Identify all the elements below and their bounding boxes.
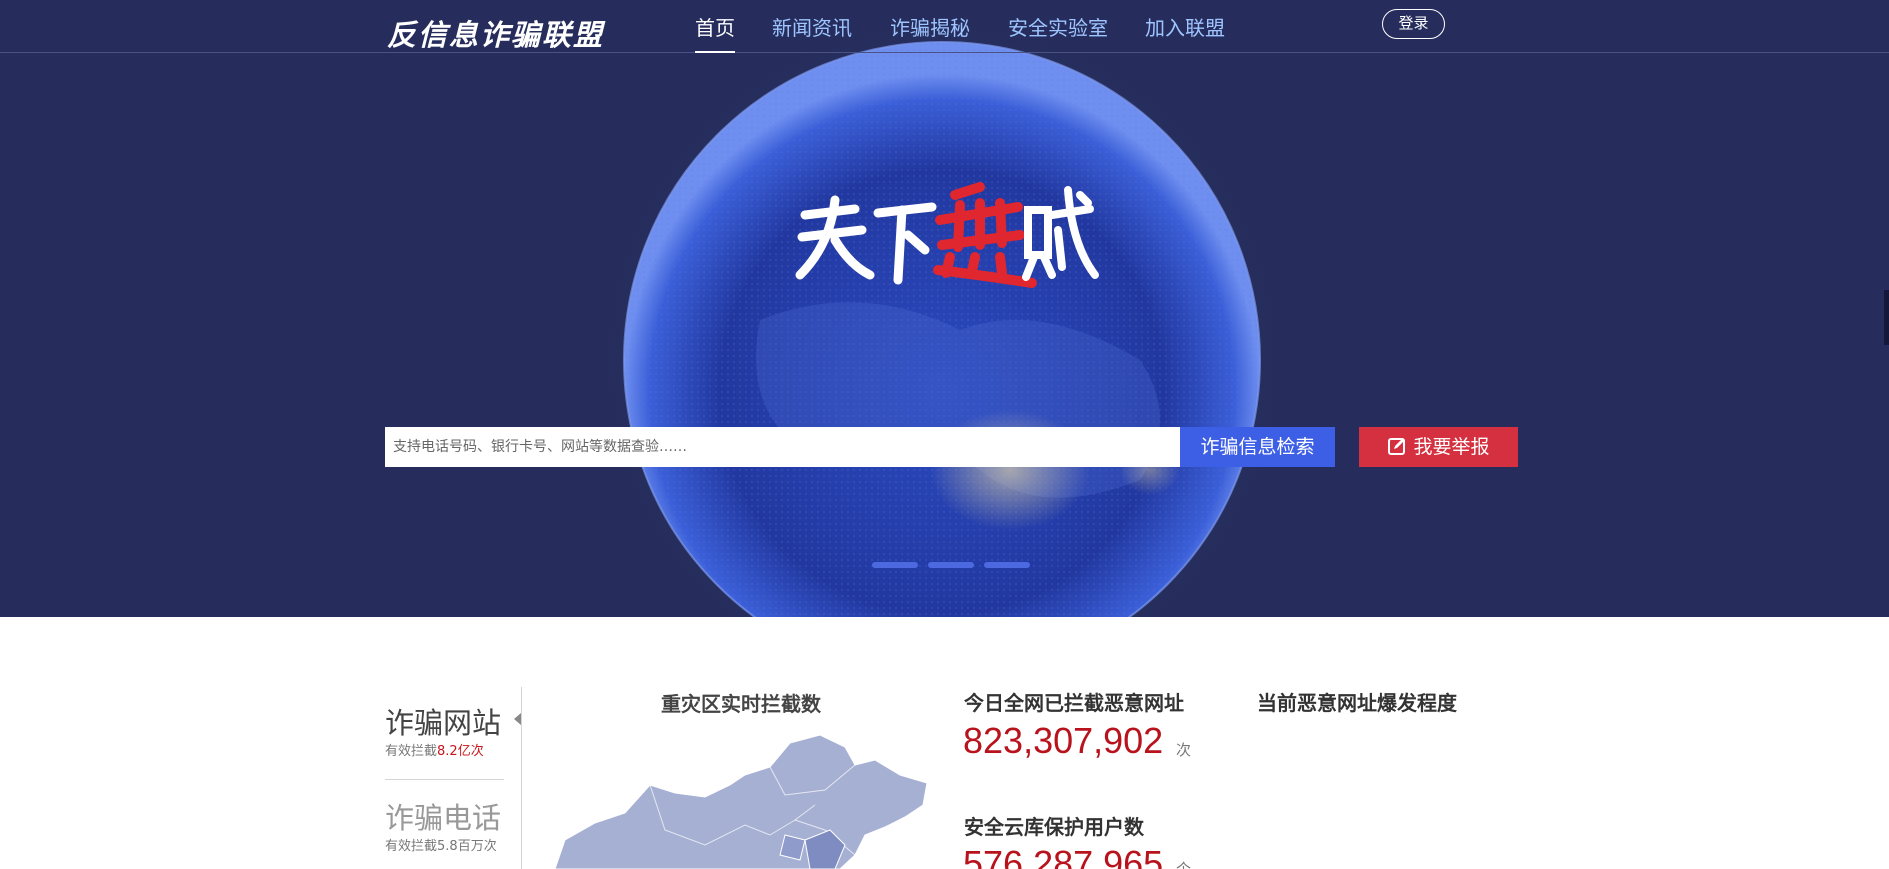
nav-news[interactable]: 新闻资讯 (772, 12, 852, 53)
logo-text: 反信息诈骗联盟 (387, 18, 605, 52)
vertical-divider (521, 687, 522, 869)
category-subtitle: 有效拦截8.2亿次 (385, 740, 501, 759)
category-fraud-phones[interactable]: 诈骗电话 有效拦截5.8百万次 (385, 801, 501, 854)
outbreak-title: 当前恶意网址爆发程度 (1257, 691, 1457, 715)
carousel-dot[interactable] (928, 562, 974, 568)
slogan-calligraphy (795, 182, 1099, 288)
category-sub-prefix: 有效拦截 (385, 744, 438, 759)
china-map[interactable] (555, 735, 935, 869)
stat-value-protected-users: 576,287,965 (963, 843, 1164, 869)
category-sub-value: 5.8百万次 (437, 839, 497, 854)
stat-value-blocked-urls: 823,307,902 (963, 720, 1164, 761)
stat-unit: 个 (1176, 860, 1192, 869)
fraud-search-input[interactable] (385, 427, 1180, 467)
nav-fraud-reveal[interactable]: 诈骗揭秘 (890, 12, 970, 53)
site-logo[interactable]: 反信息诈骗联盟 (387, 12, 619, 52)
report-button[interactable]: 我要举报 (1359, 427, 1518, 467)
category-fraud-websites[interactable]: 诈骗网站 有效拦截8.2亿次 (385, 706, 501, 759)
category-divider (385, 779, 504, 780)
stat-title-blocked-urls: 今日全网已拦截恶意网址 (964, 691, 1184, 715)
map-title: 重灾区实时拦截数 (661, 692, 821, 716)
report-button-label: 我要举报 (1413, 436, 1490, 458)
globe-background (562, 0, 1322, 617)
fraud-search-button[interactable]: 诈骗信息检索 (1180, 427, 1335, 467)
nav-join-alliance[interactable]: 加入联盟 (1145, 12, 1225, 53)
category-sub-prefix: 有效拦截 (385, 839, 438, 854)
stat-unit: 次 (1176, 741, 1192, 759)
stat-title-protected-users: 安全云库保护用户数 (964, 815, 1144, 839)
category-title: 诈骗电话 (385, 801, 502, 835)
category-sub-value: 8.2亿次 (437, 744, 484, 759)
edit-icon (1388, 438, 1406, 455)
category-title: 诈骗网站 (385, 706, 502, 740)
carousel-dot[interactable] (872, 562, 918, 568)
login-button[interactable]: 登录 (1382, 9, 1445, 39)
nav-security-lab[interactable]: 安全实验室 (1008, 12, 1108, 53)
category-subtitle: 有效拦截5.8百万次 (385, 835, 501, 854)
active-indicator-arrow (514, 713, 521, 725)
top-navigation: 反信息诈骗联盟 首页 新闻资讯 诈骗揭秘 安全实验室 加入联盟 登录 (0, 0, 1889, 53)
hero-banner: 反信息诈骗联盟 首页 新闻资讯 诈骗揭秘 安全实验室 加入联盟 登录 诈骗信息检… (0, 0, 1889, 617)
side-tab[interactable] (1884, 290, 1889, 345)
carousel-dot[interactable] (984, 562, 1030, 568)
nav-home[interactable]: 首页 (695, 12, 735, 53)
